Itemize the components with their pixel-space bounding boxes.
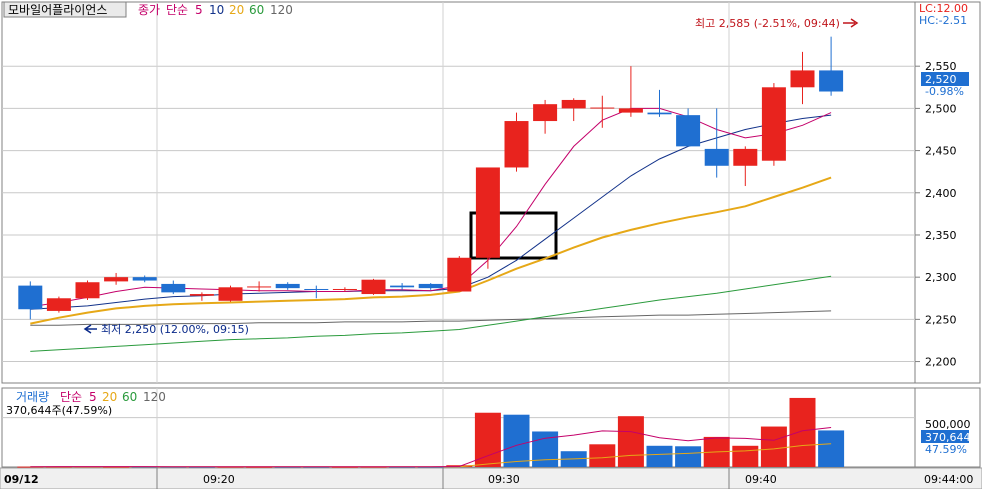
price-tick-label: 2,500 [925,102,957,115]
price-tick-label: 2,550 [925,60,957,73]
price-tick-label: 2,250 [925,313,957,326]
candle-body [390,285,415,288]
stock-name[interactable]: 모바일어플라이언스 [8,3,107,17]
candle-body [18,285,43,310]
volume-tick: 500,000 [925,418,971,431]
candle-body [533,104,558,122]
volume-bar [760,426,787,467]
ma-label: 단순 [166,3,188,17]
candle-body [647,112,672,115]
candle-body [418,283,443,289]
candle-body [704,148,729,166]
high-annotation: 최고 2,585 (-2.51%, 09:44) [695,17,840,30]
price-tick-label: 2,400 [925,187,957,200]
candle-body [161,283,186,293]
candle-body [189,294,214,296]
vol-ma5-legend: 5 [89,390,97,404]
candle-body [332,288,357,290]
candle-body [447,257,472,292]
current-volume-pct: 47.59% [925,443,967,456]
price-tick-label: 2,300 [925,271,957,284]
low-annotation: 최저 2,250 (12.00%, 09:15) [101,323,249,336]
candle-body [132,277,157,281]
ma20-legend: 20 [229,3,244,17]
candle-body [46,298,71,311]
ma5-legend: 5 [195,3,203,17]
candle-body [790,70,815,88]
candle-body [304,288,329,290]
time-label-0920: 09:20 [203,473,235,486]
date-label: 09/12 [4,473,39,486]
candle-body [819,70,844,92]
candle-body [104,277,129,282]
current-change: -0.98% [925,85,964,98]
volume-bar [589,444,616,467]
candle-body [247,286,272,288]
time-label-0940: 09:40 [745,473,777,486]
ma120-legend: 120 [270,3,293,17]
candle-body [733,148,758,166]
candle-body [590,107,615,109]
ma60-legend: 60 [249,3,264,17]
candle-body [504,121,529,168]
candle-body [561,99,586,109]
vol-ma120-legend: 120 [143,390,166,404]
price-tick-label: 2,200 [925,356,957,369]
time-end-label: 09:44:00 [924,473,973,486]
vol-ma20-legend: 20 [102,390,117,404]
price-tick-label: 2,350 [925,229,957,242]
candle-body [75,282,100,299]
volume-bar [503,414,530,467]
volume-bar [646,445,673,467]
candle-body [676,115,701,147]
ma10-legend: 10 [209,3,224,17]
volume-current: 370,644주(47.59%) [6,404,112,417]
volume-bar [732,445,759,467]
candle-body [761,87,786,161]
volume-bar [789,397,816,467]
candle-body [218,287,243,301]
volume-bar [818,430,845,467]
volume-label: 거래량 [16,390,49,404]
volume-bar [617,416,644,467]
stock-chart[interactable]: 모바일어플라이언스 종가 단순 5 10 20 60 120 LC:12.00 … [0,0,982,489]
candle-body [475,167,500,258]
candle-body [618,108,643,113]
hc-label: HC:-2.51 [919,14,967,27]
price-legend: 모바일어플라이언스 종가 단순 5 10 20 60 120 [3,1,293,18]
volume-bar [675,446,702,467]
price-label: 종가 [138,3,160,17]
volume-ma-label: 단순 [60,390,82,404]
price-tick-label: 2,450 [925,145,957,158]
time-label-0930: 09:30 [488,473,520,486]
candle-body [361,279,386,295]
candle-body [275,283,300,289]
vol-ma60-legend: 60 [122,390,137,404]
